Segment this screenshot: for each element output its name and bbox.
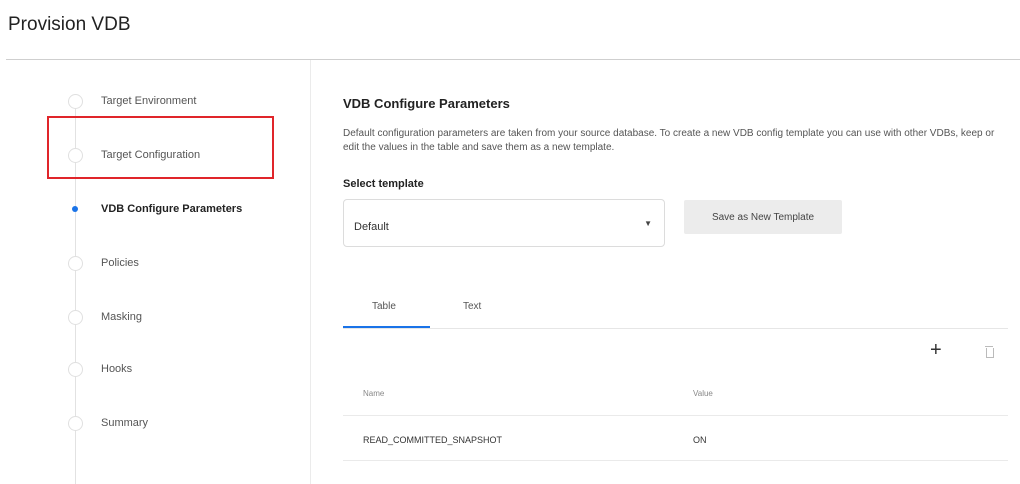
step-label: Target Environment xyxy=(101,95,197,107)
step-masking[interactable]: Masking xyxy=(0,308,310,328)
section-description: Default configuration parameters are tak… xyxy=(343,128,995,153)
section-title: VDB Configure Parameters xyxy=(343,96,510,111)
step-summary[interactable]: Summary xyxy=(0,414,310,434)
step-hooks[interactable]: Hooks xyxy=(0,360,310,380)
step-circle-icon xyxy=(68,256,83,271)
parameter-name-cell: READ_COMMITTED_SNAPSHOT xyxy=(363,435,503,445)
column-header-name: Name xyxy=(363,389,385,398)
step-label: Policies xyxy=(101,257,139,269)
sidebar-divider xyxy=(310,60,311,484)
step-label: Masking xyxy=(101,311,142,323)
column-header-value: Value xyxy=(693,389,713,398)
select-template-label: Select template xyxy=(343,178,424,190)
table-row-divider xyxy=(343,460,1008,461)
tab-table[interactable]: Table xyxy=(372,301,396,312)
step-circle-icon xyxy=(68,94,83,109)
step-label: Summary xyxy=(101,417,149,429)
tabs-divider xyxy=(343,328,1008,329)
step-circle-icon xyxy=(68,362,83,377)
plus-icon[interactable]: + xyxy=(930,340,942,360)
active-step-highlight xyxy=(47,116,274,179)
step-active-dot-icon xyxy=(68,202,83,217)
active-tab-indicator xyxy=(343,326,430,328)
template-select-value: Default xyxy=(354,221,389,233)
page-title: Provision VDB xyxy=(8,14,131,35)
step-circle-icon xyxy=(68,416,83,431)
table-header-divider xyxy=(343,415,1008,416)
parameter-value-cell: ON xyxy=(693,435,707,445)
step-circle-icon xyxy=(68,310,83,325)
tab-text[interactable]: Text xyxy=(463,301,481,312)
step-policies[interactable]: Policies xyxy=(0,254,310,274)
step-label: Hooks xyxy=(101,363,133,375)
step-label: VDB Configure Parameters xyxy=(101,203,243,215)
caret-down-icon: ▼ xyxy=(644,219,652,228)
save-as-new-template-button[interactable]: Save as New Template xyxy=(684,200,842,234)
step-target-environment[interactable]: Target Environment xyxy=(0,92,310,112)
template-select[interactable]: Default ▼ xyxy=(343,199,665,247)
step-vdb-configure-parameters[interactable]: VDB Configure Parameters xyxy=(0,200,310,220)
trash-icon[interactable] xyxy=(985,346,994,358)
